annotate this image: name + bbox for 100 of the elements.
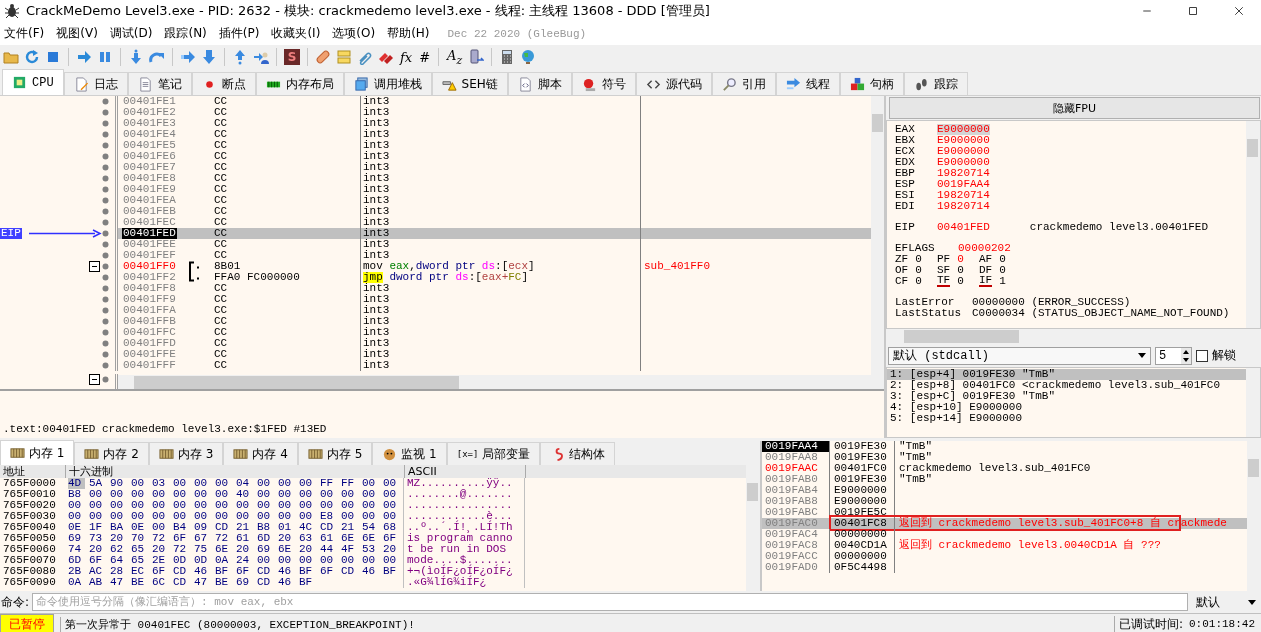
tab[interactable]: 符号 xyxy=(571,72,636,95)
breakpoint-dot-icon[interactable] xyxy=(102,241,109,248)
argument-count-spinbox[interactable]: 5 xyxy=(1155,346,1192,365)
flag-value[interactable]: 0 xyxy=(957,265,964,276)
vertical-scrollbar[interactable] xyxy=(871,96,884,389)
register-value[interactable]: E9000000 xyxy=(937,157,990,168)
menu-item[interactable]: 选项(O) xyxy=(332,25,376,42)
toolbar-button[interactable]: A$_{z}$ xyxy=(446,47,464,67)
toolbar-button[interactable]: S xyxy=(284,49,300,65)
collapse-icon[interactable] xyxy=(89,374,100,385)
paperclip-icon[interactable] xyxy=(357,49,373,65)
maximize-icon[interactable] xyxy=(1187,5,1199,17)
collapse-icon[interactable] xyxy=(89,261,100,272)
breakpoint-dot-icon[interactable] xyxy=(102,263,109,270)
tab[interactable]: 调用堆栈 xyxy=(343,72,432,95)
register-value[interactable]: 00000202 xyxy=(958,243,1011,254)
tab[interactable]: CPU xyxy=(2,69,64,95)
up-arrow-icon[interactable] xyxy=(232,49,248,65)
mode-dropdown[interactable]: 默认 xyxy=(1191,593,1261,611)
tab[interactable]: 笔记 xyxy=(127,72,192,95)
menu-item[interactable]: 跟踪(N) xyxy=(164,25,207,42)
breakpoint-dot-icon[interactable] xyxy=(102,296,109,303)
argument-row[interactable]: 3: [esp+C] 0019FE30 "TmB" xyxy=(887,391,1246,402)
tab[interactable]: 日志 xyxy=(63,72,128,95)
folder-icon[interactable] xyxy=(3,49,19,65)
tab[interactable]: 跟踪 xyxy=(903,72,968,95)
column-header[interactable]: 地址 xyxy=(0,465,66,478)
breakpoint-dot-icon[interactable] xyxy=(102,318,109,325)
menu-item[interactable]: 收藏夹(I) xyxy=(271,25,321,42)
tab[interactable]: 内存 1 xyxy=(0,440,75,465)
breakpoint-dot-icon[interactable] xyxy=(102,98,109,105)
breakpoint-dot-icon[interactable] xyxy=(102,175,109,182)
tab[interactable]: 断点 xyxy=(191,72,256,95)
breakpoint-dot-icon[interactable] xyxy=(102,285,109,292)
flag-value[interactable]: 0 xyxy=(915,254,922,265)
vertical-scrollbar[interactable] xyxy=(1246,368,1260,437)
globe-icon[interactable] xyxy=(520,49,537,65)
down-arrow-icon[interactable] xyxy=(201,49,217,65)
breakpoint-dot-icon[interactable] xyxy=(102,186,109,193)
menu-item[interactable]: 插件(P) xyxy=(218,25,260,42)
disassembly-row[interactable]: 00401FF2 FFA0 FC000000 jmp dword ptr ds:[eax+FC] xyxy=(118,272,871,283)
argument-row[interactable]: 4: [esp+10] E9000000 xyxy=(887,402,1246,413)
register-value[interactable]: E9000000 xyxy=(937,146,990,157)
register-value[interactable]: 19820714 xyxy=(937,168,990,179)
notes-icon[interactable] xyxy=(336,49,352,65)
double-arrow-icon[interactable] xyxy=(180,49,196,65)
flag-value[interactable]: 1 xyxy=(999,276,1006,287)
tab[interactable]: 线程 xyxy=(775,72,840,95)
argument-row[interactable]: 5: [esp+14] E9000000 xyxy=(887,413,1246,424)
breakpoint-dot-icon[interactable] xyxy=(102,351,109,358)
breakpoint-dot-icon[interactable] xyxy=(102,219,109,226)
bandage-icon[interactable] xyxy=(315,49,331,65)
run-arrow-icon[interactable] xyxy=(76,49,92,65)
toolbar-button[interactable]: # xyxy=(418,49,432,65)
register-value[interactable]: 19820714 xyxy=(937,201,990,212)
flag-value[interactable]: 0 xyxy=(915,265,922,276)
register-value[interactable]: 00401FED xyxy=(937,222,990,233)
flag-value[interactable]: 0 xyxy=(957,276,964,287)
vertical-scrollbar[interactable] xyxy=(1246,121,1260,328)
hide-fpu-button[interactable]: 隐藏FPU xyxy=(889,97,1260,119)
register-value[interactable]: 19820714 xyxy=(937,190,990,201)
column-header[interactable]: ASCII xyxy=(405,465,526,478)
breakpoint-dot-icon[interactable] xyxy=(102,164,109,171)
stop-icon[interactable] xyxy=(45,49,61,65)
breakpoint-dot-icon[interactable] xyxy=(102,376,109,383)
breakpoint-dot-icon[interactable] xyxy=(102,340,109,347)
tab[interactable]: SEH链 xyxy=(431,72,508,95)
tab[interactable]: 引用 xyxy=(711,72,776,95)
flag-value[interactable]: 0 xyxy=(915,276,922,287)
breakpoint-dot-icon[interactable] xyxy=(102,208,109,215)
breakpoint-dot-icon[interactable] xyxy=(102,153,109,160)
breakpoint-dot-icon[interactable] xyxy=(102,362,109,369)
argument-row[interactable]: 2: [esp+8] 00401FC0 <crackmedemo level3.sub_401FC0 xyxy=(887,380,1246,391)
menu-item[interactable]: 帮助(H) xyxy=(387,25,430,42)
flag-value[interactable]: 0 xyxy=(999,265,1006,276)
pause-icon[interactable] xyxy=(97,49,113,65)
breakpoint-dot-icon[interactable] xyxy=(102,274,109,281)
command-field[interactable]: 命令使用逗号分隔（像汇编语言）: mov eax, ebx xyxy=(32,593,1188,611)
tab[interactable]: 脚本 xyxy=(507,72,572,95)
flag-value[interactable]: 0 xyxy=(999,254,1006,265)
menu-item[interactable]: 视图(V) xyxy=(56,25,98,42)
tab[interactable]: 内存布局 xyxy=(255,72,344,95)
breakpoint-dot-icon[interactable] xyxy=(102,197,109,204)
unlock-checkbox[interactable] xyxy=(1196,349,1208,362)
breakpoint-dot-icon[interactable] xyxy=(102,329,109,336)
menu-item[interactable]: 文件(F) xyxy=(4,25,45,42)
argument-row[interactable]: 1: [esp+4] 0019FE30 "TmB" xyxy=(887,369,1246,380)
disassembly-row[interactable]: 00401FED CC int3 xyxy=(118,228,871,239)
breakpoint-dot-icon[interactable] xyxy=(102,142,109,149)
tab[interactable]: 句柄 xyxy=(839,72,904,95)
breakpoint-dot-icon[interactable] xyxy=(102,252,109,259)
step-into-icon[interactable] xyxy=(128,49,144,65)
restart-icon[interactable] xyxy=(24,49,40,65)
calling-convention-dropdown[interactable]: 默认 (stdcall) xyxy=(888,346,1151,365)
spin-arrows-icon[interactable] xyxy=(1181,347,1191,364)
tab[interactable]: 源代码 xyxy=(635,72,712,95)
toolbar-button[interactable]: fx xyxy=(399,49,414,65)
breakpoint-dot-icon[interactable] xyxy=(102,120,109,127)
close-icon[interactable] xyxy=(1233,5,1245,17)
breakpoint-dot-icon[interactable] xyxy=(102,109,109,116)
